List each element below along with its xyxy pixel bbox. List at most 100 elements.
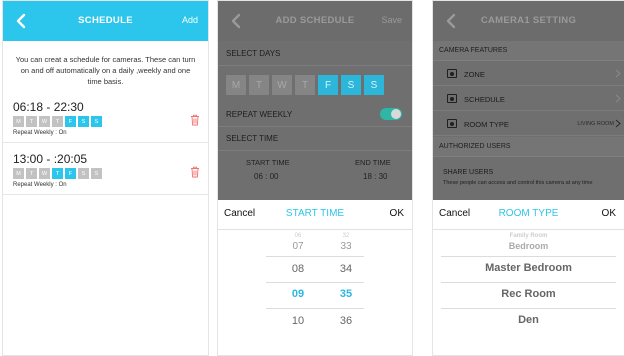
zone-row[interactable]: ZONE: [433, 62, 624, 86]
camera-setting-screen: CAMERA1 SETTING CAMERA FEATURES ZONE SCH…: [432, 0, 624, 356]
time-picker[interactable]: 06 07 08 09 10 32 33 34 35 36: [218, 230, 412, 355]
picker-toolbar: Cancel START TIME OK: [218, 200, 412, 230]
room-type-picker[interactable]: Family Room Bedroom Master Bedroom Rec R…: [433, 230, 624, 355]
add-button[interactable]: Add: [182, 15, 198, 25]
repeat-status: Repeat Weekly : On: [13, 130, 67, 136]
ok-button[interactable]: OK: [602, 208, 616, 219]
day-badge: M: [13, 168, 24, 179]
picker-toolbar: Cancel ROOM TYPE OK: [433, 200, 624, 230]
select-time-label: SELECT TIME: [226, 134, 279, 143]
day-badge: F: [65, 168, 76, 179]
day-toggle[interactable]: S: [364, 75, 384, 95]
day-toggle[interactable]: W: [272, 75, 292, 95]
day-toggle[interactable]: S: [341, 75, 361, 95]
page-title: CAMERA1 SETTING: [480, 15, 577, 26]
day-badge: W: [39, 116, 50, 127]
divider: [218, 150, 412, 151]
schedule-time: 13:00 - :20:05: [13, 152, 88, 166]
picker-option: 34: [339, 263, 353, 275]
picker-option: 10: [291, 315, 305, 327]
schedule-time: 06:18 - 22:30: [13, 100, 84, 114]
day-badge: T: [26, 168, 37, 179]
picker-option: Master Bedroom: [485, 262, 572, 274]
schedule-screen: SCHEDULE Add You can creat a schedule fo…: [2, 0, 209, 356]
day-badge: S: [78, 168, 89, 179]
chevron-right-icon: [615, 119, 621, 128]
trash-icon[interactable]: [190, 166, 200, 178]
schedule-row[interactable]: SCHEDULE: [433, 87, 624, 111]
start-time-value[interactable]: 06 : 00: [254, 172, 278, 181]
schedule-item[interactable]: 13:00 - :20:05 M T W T F S S Repeat Week…: [3, 152, 208, 195]
picker-line: [266, 256, 364, 257]
picker-option: 07: [292, 241, 304, 252]
day-toggle[interactable]: T: [249, 75, 269, 95]
day-badges: M T W T F S S: [13, 116, 102, 127]
room-type-value: LIVING ROOM: [577, 121, 614, 127]
save-button[interactable]: Save: [381, 15, 402, 25]
picker-option: Bedroom: [508, 241, 549, 251]
divider: [218, 65, 412, 66]
dimmed-form: ADD SCHEDULE Save SELECT DAYS M T W T F …: [218, 1, 412, 200]
picker-line: [441, 282, 616, 283]
day-badge: F: [65, 116, 76, 127]
room-type-row[interactable]: ROOM TYPE LIVING ROOM: [433, 112, 624, 136]
authorized-users-label: AUTHORIZED USERS: [433, 137, 624, 157]
header-bar: ADD SCHEDULE Save: [218, 1, 412, 41]
day-toggle[interactable]: M: [226, 75, 246, 95]
schedule-item[interactable]: 06:18 - 22:30 M T W T F S S Repeat Weekl…: [3, 100, 208, 143]
picker-option: 08: [291, 263, 305, 275]
picker-option: 36: [339, 315, 353, 327]
add-schedule-screen: ADD SCHEDULE Save SELECT DAYS M T W T F …: [217, 0, 413, 356]
day-toggle[interactable]: F: [318, 75, 338, 95]
picker-title: START TIME: [285, 208, 345, 219]
picker-option: Family Room: [509, 233, 548, 239]
header-bar: CAMERA1 SETTING: [433, 1, 624, 41]
row-label: ROOM TYPE: [464, 120, 509, 129]
dimmed-settings: CAMERA1 SETTING CAMERA FEATURES ZONE SCH…: [433, 1, 624, 200]
camera-icon: [447, 69, 457, 78]
picker-selected: Rec Room: [501, 288, 556, 300]
day-badge: S: [91, 168, 102, 179]
start-time-label: START TIME: [246, 158, 290, 167]
share-users-title: SHARE USERS: [443, 169, 494, 176]
day-badge: T: [26, 116, 37, 127]
day-toggle[interactable]: T: [295, 75, 315, 95]
end-time-label: END TIME: [355, 158, 391, 167]
picker-option: 32: [342, 233, 350, 239]
select-days-label: SELECT DAYS: [226, 49, 281, 58]
repeat-weekly-toggle[interactable]: [380, 108, 402, 120]
repeat-weekly-label: REPEAT WEEKLY: [226, 110, 293, 119]
repeat-status: Repeat Weekly : On: [13, 182, 67, 188]
picker-selected: 35: [339, 288, 353, 300]
picker-line: [266, 308, 364, 309]
day-badge: T: [52, 168, 63, 179]
picker-option: Den: [518, 314, 539, 326]
chevron-right-icon: [615, 94, 621, 103]
divider: [218, 126, 412, 127]
day-badge: T: [52, 116, 63, 127]
trash-icon[interactable]: [190, 114, 200, 126]
row-label: SCHEDULE: [464, 95, 505, 104]
row-label: ZONE: [464, 70, 485, 79]
camera-icon: [447, 119, 457, 128]
camera-features-label: CAMERA FEATURES: [433, 41, 624, 61]
picker-line: [266, 282, 364, 283]
end-time-value[interactable]: 18 : 30: [363, 172, 387, 181]
day-badge: S: [78, 116, 89, 127]
day-selector: M T W T F S S: [226, 75, 384, 95]
header-bar: SCHEDULE Add: [3, 1, 208, 41]
page-title: SCHEDULE: [78, 15, 133, 26]
share-users-description: These people can access and control this…: [443, 180, 593, 186]
day-badge: M: [13, 116, 24, 127]
picker-title: ROOM TYPE: [498, 208, 559, 219]
ok-button[interactable]: OK: [390, 208, 404, 219]
picker-option: 33: [340, 241, 352, 252]
day-badge: W: [39, 168, 50, 179]
camera-icon: [447, 94, 457, 103]
day-badges: M T W T F S S: [13, 168, 102, 179]
picker-option: 06: [294, 233, 302, 239]
chevron-right-icon: [615, 69, 621, 78]
day-badge: S: [91, 116, 102, 127]
picker-line: [441, 308, 616, 309]
picker-line: [441, 256, 616, 257]
